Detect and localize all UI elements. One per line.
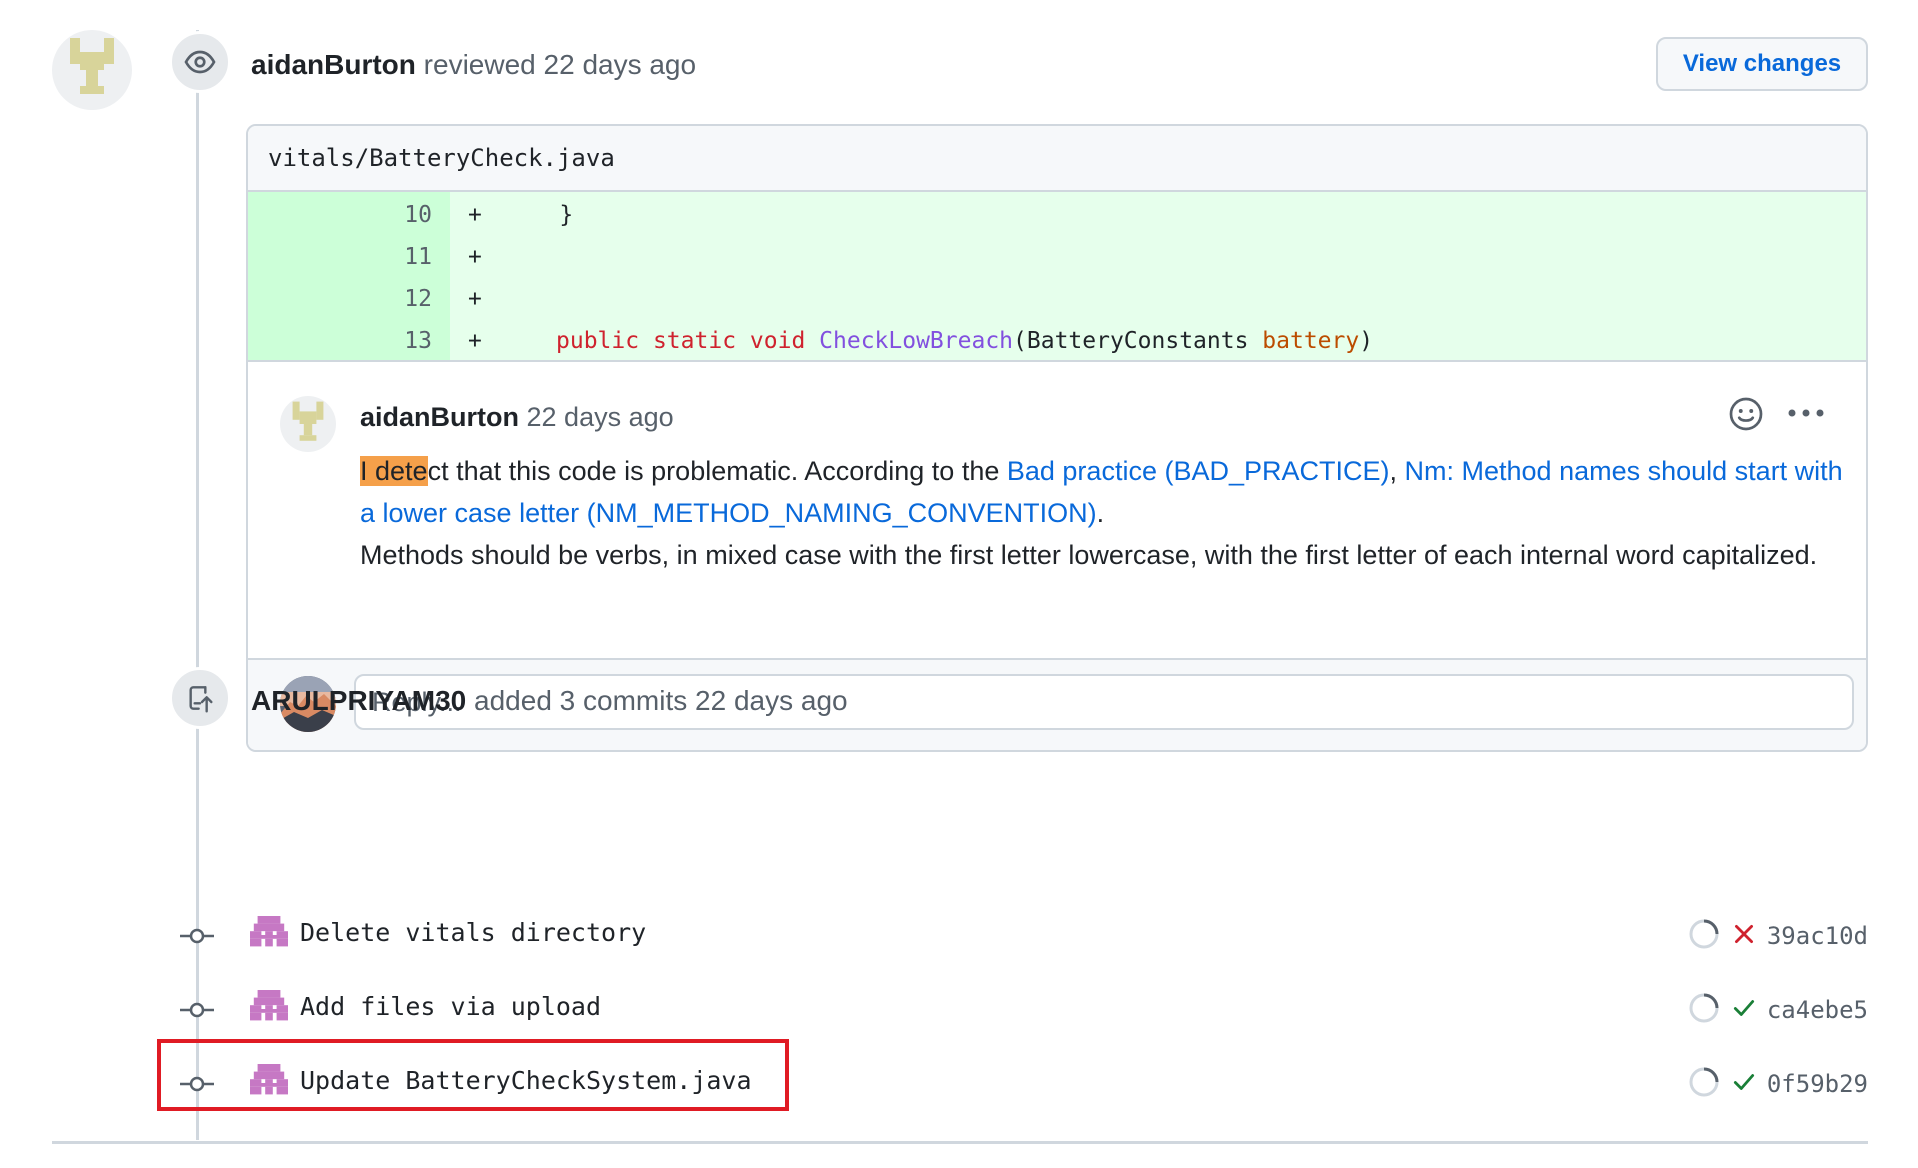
commit-author-avatar[interactable] — [250, 990, 288, 1028]
kebab-menu-icon[interactable] — [1786, 406, 1826, 424]
commits-event-header: ARULPRIYAM30 added 3 commits 22 days ago — [251, 685, 848, 717]
comment-text: . — [1096, 498, 1105, 528]
comment-author[interactable]: aidanBurton — [360, 402, 519, 432]
diff-line: 13 + public static void CheckLowBreach(B… — [248, 320, 1866, 362]
commit-author-avatar[interactable] — [250, 916, 288, 954]
pending-spinner-icon — [1687, 1065, 1721, 1104]
code-function-name: CheckLowBreach — [819, 328, 1014, 354]
code-text: } — [504, 202, 574, 228]
commit-status-area: ca4ebe5 — [1687, 990, 1868, 1030]
line-number: 12 — [404, 286, 432, 312]
diff-line: 10 + } — [248, 194, 1866, 236]
code-paren: ) — [1359, 328, 1374, 354]
diff-sign: + — [468, 328, 482, 354]
review-header: aidanBurton reviewed 22 days ago — [251, 49, 696, 81]
view-changes-button[interactable]: View changes — [1656, 37, 1868, 91]
line-number: 11 — [404, 244, 432, 270]
commits-action: added 3 commits — [474, 685, 688, 716]
line-number: 13 — [404, 328, 432, 354]
comment-text: Methods should be verbs, in mixed case w… — [360, 540, 1818, 570]
comment-text: ct that this code is problematic. Accord… — [427, 456, 1007, 486]
diff-hunk: 10 + } 11 + 12 + 13 + public static void… — [248, 192, 1866, 362]
pending-spinner-icon — [1687, 917, 1721, 956]
code-text: public static void CheckLowBreach(Batter… — [556, 320, 1373, 362]
commit-status-area: 0f59b29 — [1687, 1064, 1868, 1104]
diff-sign: + — [468, 202, 482, 228]
diff-line: 11 + — [248, 236, 1866, 278]
review-author[interactable]: aidanBurton — [251, 49, 416, 80]
code-type: (BatteryConstants — [1013, 328, 1263, 354]
diff-line: 12 + — [248, 278, 1866, 320]
review-thread: vitals/BatteryCheck.java 10 + } 11 + 12 … — [246, 124, 1868, 752]
highlight-annotation-box — [157, 1039, 789, 1111]
commit-message-link[interactable]: Delete vitals directory — [300, 918, 646, 947]
commit-sha-link[interactable]: 39ac10d — [1767, 922, 1868, 950]
pending-spinner-icon — [1687, 991, 1721, 1030]
highlighted-text: I dete — [360, 456, 428, 486]
reviewer-avatar[interactable] — [52, 30, 132, 110]
code-param: battery — [1262, 328, 1360, 354]
code-keyword: void — [749, 328, 806, 354]
commits-author[interactable]: ARULPRIYAM30 — [251, 685, 466, 716]
commit-sha-link[interactable]: 0f59b29 — [1767, 1070, 1868, 1098]
file-path-link[interactable]: vitals/BatteryCheck.java — [268, 144, 615, 172]
file-header: vitals/BatteryCheck.java — [248, 126, 1866, 192]
commit-row: Delete vitals directory 39ac10d — [170, 912, 1868, 962]
smiley-icon[interactable] — [1728, 396, 1764, 437]
commit-sha-link[interactable]: ca4ebe5 — [1767, 996, 1868, 1024]
bad-practice-link[interactable]: Bad practice (BAD_PRACTICE) — [1007, 456, 1390, 486]
review-comment: aidanBurton 22 days ago I detect that th… — [248, 362, 1866, 658]
line-number: 10 — [404, 202, 432, 228]
git-commit-icon — [180, 1000, 214, 1025]
comment-author-avatar[interactable] — [280, 396, 336, 452]
success-check-icon[interactable] — [1731, 1069, 1757, 1100]
commits-time[interactable]: 22 days ago — [695, 685, 848, 716]
eye-icon — [169, 31, 231, 93]
code-keyword: public — [556, 328, 640, 354]
timeline-line — [196, 30, 199, 1140]
commit-message-link[interactable]: Add files via upload — [300, 992, 601, 1021]
comment-separator: , — [1389, 456, 1405, 486]
failure-x-icon[interactable] — [1731, 921, 1757, 952]
git-commit-icon — [180, 926, 214, 951]
commit-row: Add files via upload ca4ebe5 — [170, 986, 1868, 1036]
commit-status-area: 39ac10d — [1687, 916, 1868, 956]
review-time[interactable]: 22 days ago — [544, 49, 697, 80]
diff-sign: + — [468, 286, 482, 312]
code-keyword: static — [652, 328, 737, 354]
comment-header: aidanBurton 22 days ago — [360, 402, 674, 433]
comment-body: I detect that this code is problematic. … — [360, 450, 1850, 576]
diff-sign: + — [468, 244, 482, 270]
comment-time[interactable]: 22 days ago — [527, 402, 674, 432]
success-check-icon[interactable] — [1731, 995, 1757, 1026]
repo-push-icon — [169, 667, 231, 729]
timeline-bottom-divider — [52, 1141, 1868, 1144]
review-action: reviewed — [423, 49, 536, 80]
